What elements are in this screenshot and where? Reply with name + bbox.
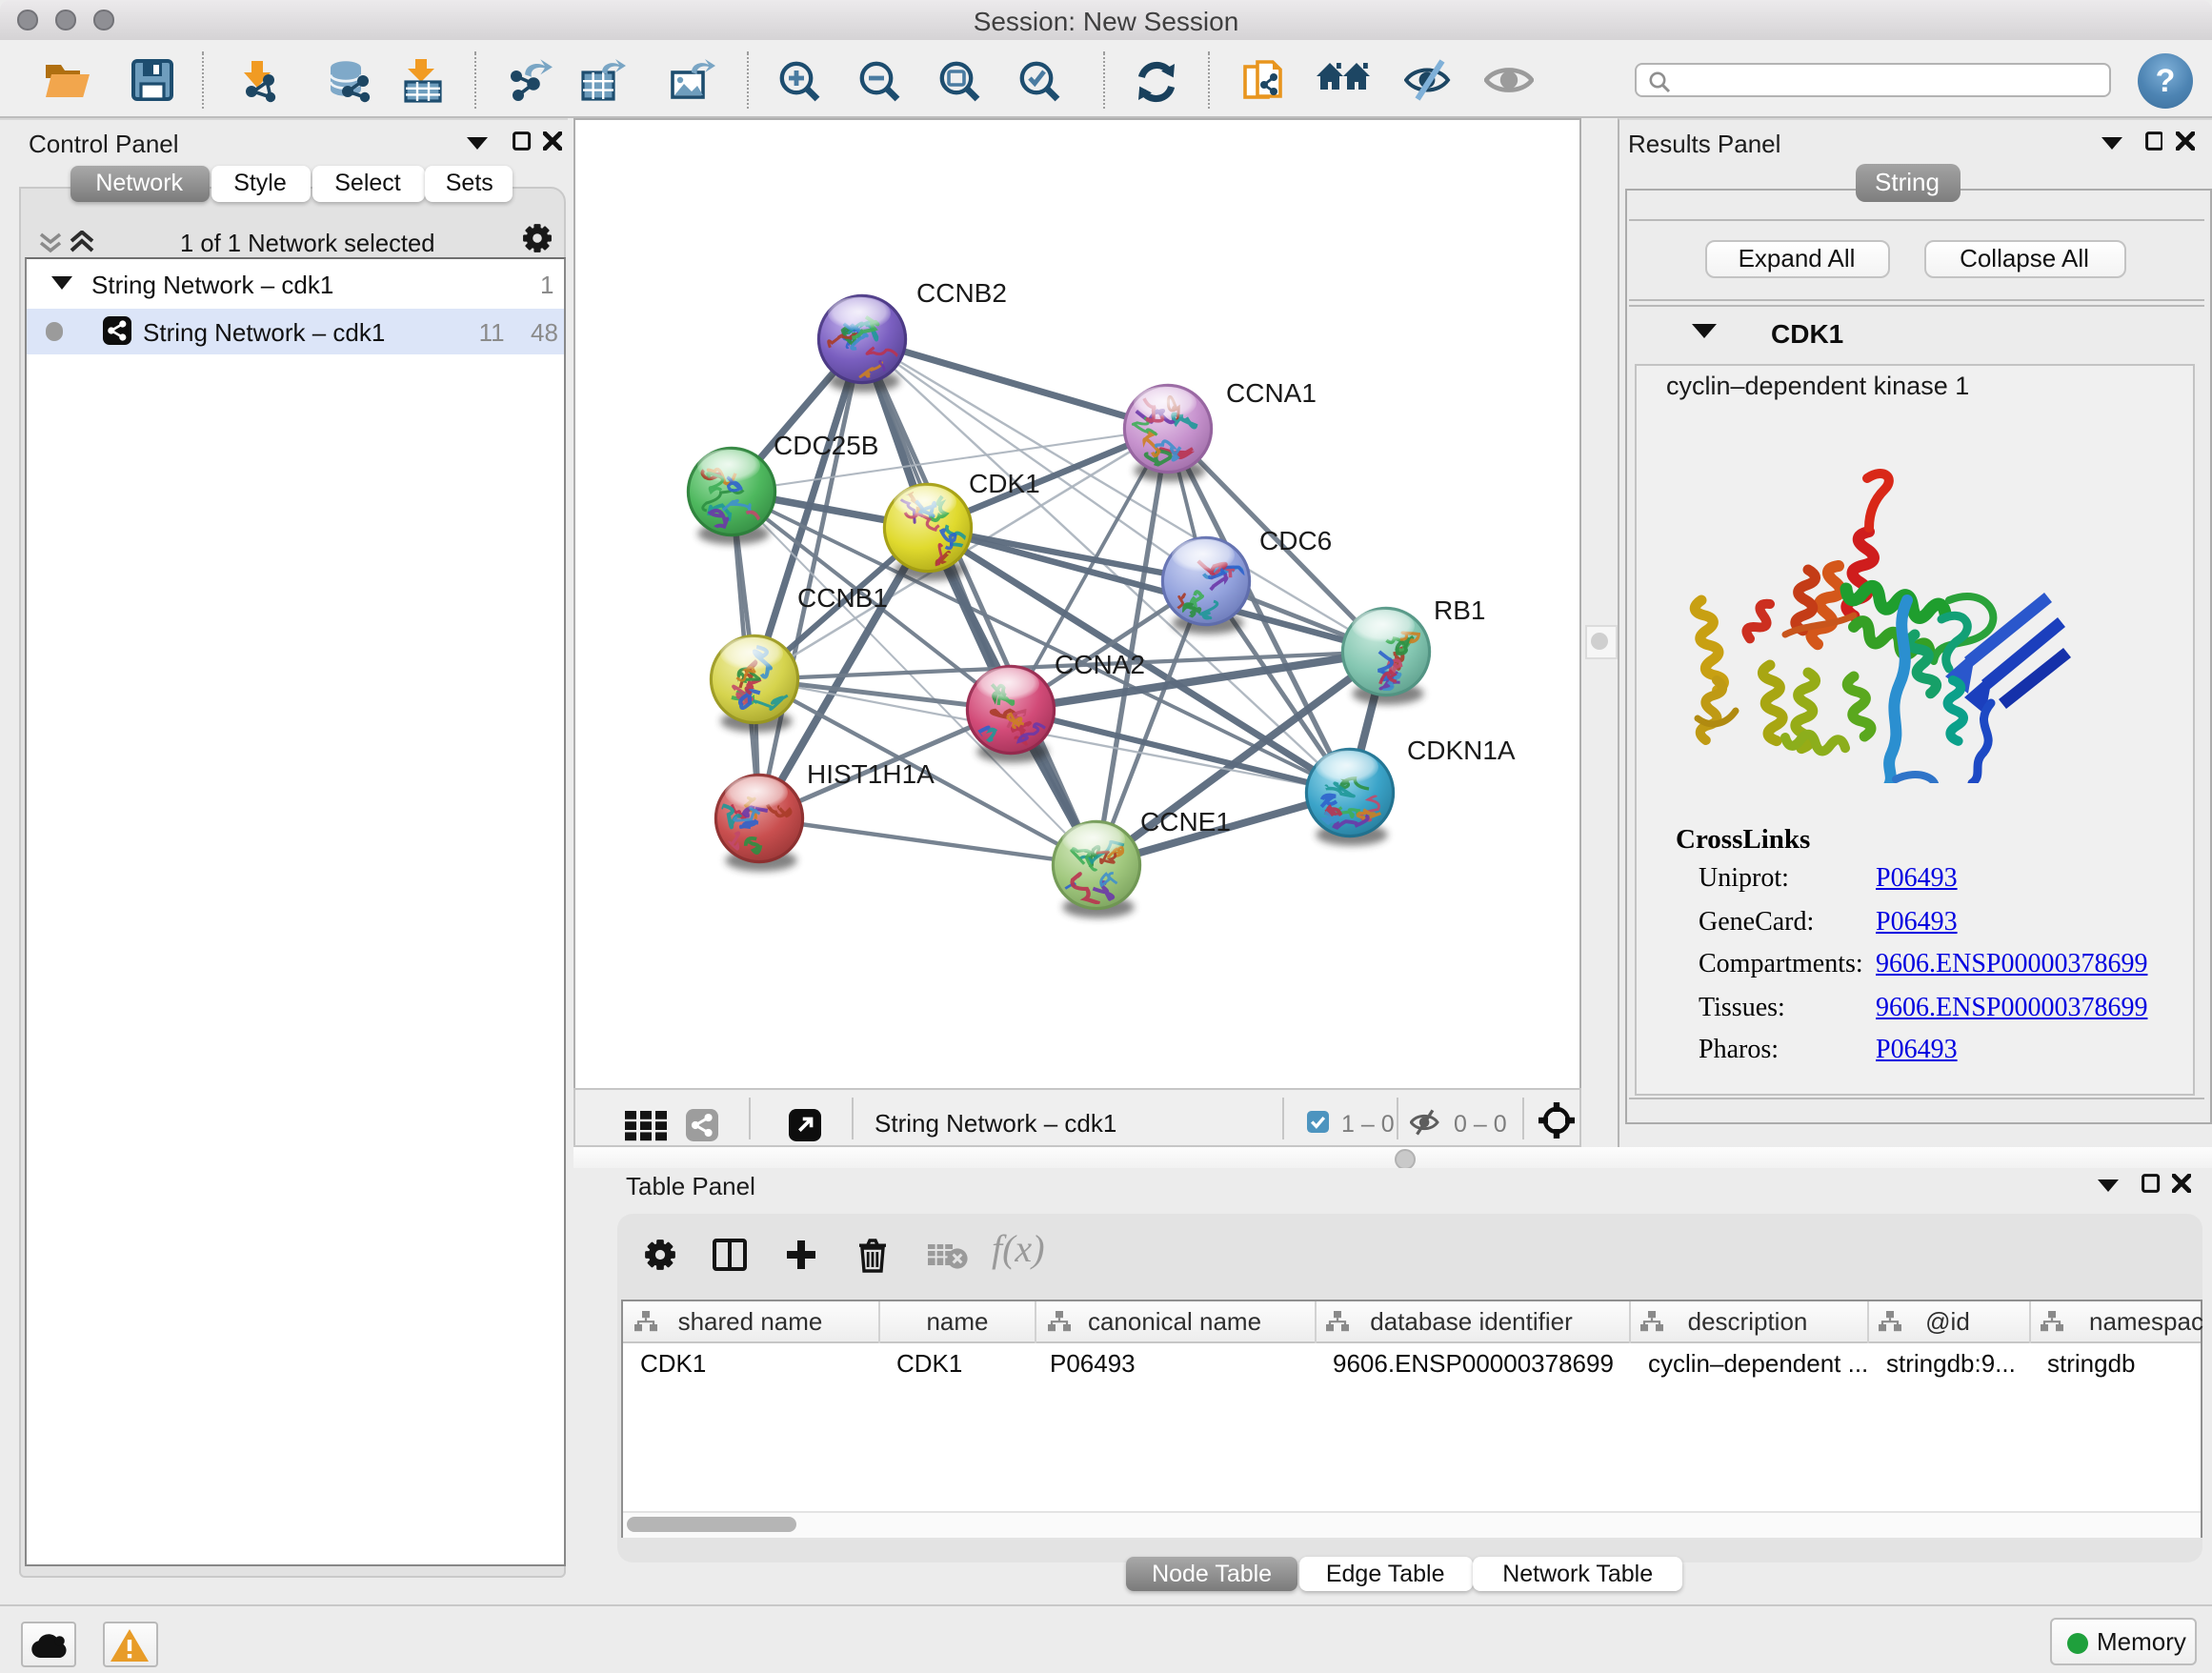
svg-text:CDKN1A: CDKN1A [1407,736,1516,765]
svg-text:CCNA2: CCNA2 [1055,650,1145,679]
svg-text:RB1: RB1 [1434,595,1485,625]
svg-text:HIST1H1A: HIST1H1A [807,759,935,789]
svg-text:CDC25B: CDC25B [774,431,878,460]
svg-text:CCNB1: CCNB1 [797,583,888,613]
svg-text:CCNA1: CCNA1 [1226,378,1317,408]
svg-text:CDC6: CDC6 [1259,526,1332,555]
svg-text:CCNB2: CCNB2 [916,278,1007,308]
svg-text:CDK1: CDK1 [969,469,1040,498]
svg-text:CCNE1: CCNE1 [1140,807,1231,836]
